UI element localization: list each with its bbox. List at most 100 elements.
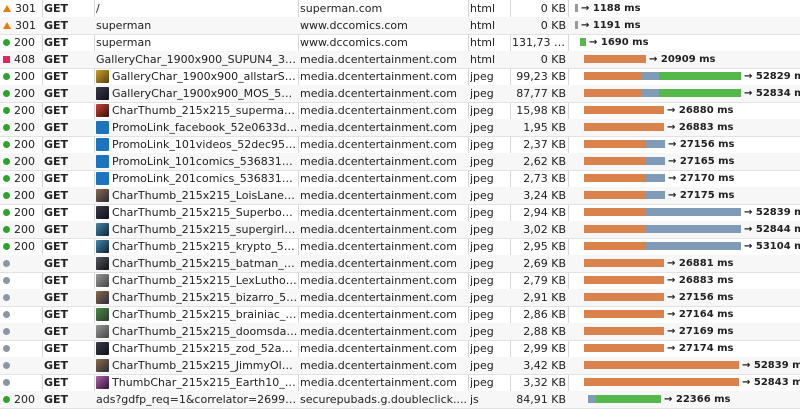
table-row[interactable]: 301 GET / superman.com html 0 KB → 1188 ms [0,0,800,18]
image-thumbnail-icon [96,137,109,151]
method-cell: GET [44,257,69,270]
waterfall-cell: → 26880 ms [570,102,800,119]
file-name: CharThumb_215x215_superman_... [112,104,298,117]
timing-label: → 20909 ms [649,54,716,65]
timing-label: → 53104 ms [744,241,800,252]
method-cell: GET [44,274,69,287]
timing-label: → 1188 ms [581,3,641,14]
domain-cell: media.dcentertainment.com [300,172,457,185]
file-cell: CharThumb_215x215_batman_52... [96,255,298,272]
file-name: GalleryChar_1900x900_allstarSup... [112,70,298,83]
timing-bar [645,140,665,148]
timing-label: → 27170 ms [668,173,735,184]
timing-bar [584,89,642,97]
table-row[interactable]: 200 GET PromoLink_201comics_536831d0... med… [0,170,800,188]
size-cell: 131,73 KB [512,36,566,49]
table-row[interactable]: GET CharThumb_215x215_bizarro_52a... media… [0,289,800,307]
file-cell: GalleryChar_1900x900_allstarSup... [96,68,298,85]
status-cell [0,357,42,374]
table-row[interactable]: 200 GET PromoLink_101videos_52dec95b... med… [0,136,800,154]
status-pending-icon [3,276,10,284]
file-cell: CharThumb_215x215_LexLuthor_... [96,272,298,289]
table-row[interactable]: GET CharThumb_215x215_batman_52... media.d… [0,255,800,273]
timing-bar [580,38,586,46]
timing-bar [575,4,578,12]
status-cell [0,289,42,306]
table-row[interactable]: GET CharThumb_215x215_JimmyOlse... media.d… [0,357,800,375]
waterfall-cell: → 52839 ms [570,204,800,221]
status-ok-icon [3,395,10,403]
timing-label: → 52844 ms [744,224,800,235]
method-cell: GET [44,223,69,236]
status-code: 200 [14,121,35,134]
status-ok-icon [3,242,10,250]
status-ok-icon [3,140,10,148]
file-name: GalleryChar_1900x900_MOS_52e0... [112,87,298,100]
waterfall-cell: → 27165 ms [570,153,800,170]
status-pending-icon [3,327,10,335]
domain-cell: media.dcentertainment.com [300,87,457,100]
status-cell: 408 [0,51,42,68]
status-ok-icon [3,157,10,165]
timing-bar [596,395,661,403]
table-row[interactable]: 301 GET superman www.dccomics.com html 0 KB → … [0,17,800,35]
table-row[interactable]: GET ThumbChar_215x215_Earth10_54... media.… [0,374,800,392]
size-cell: 3,02 KB [523,223,566,236]
timing-label: → 52839 ms [744,207,800,218]
waterfall-cell: → 27174 ms [570,340,800,357]
file-name: CharThumb_215x215_JimmyOlse... [112,359,298,372]
size-cell: 2,95 KB [523,240,566,253]
table-row[interactable]: 200 GET PromoLink_facebook_52e0633da... med… [0,119,800,137]
method-cell: GET [44,325,69,338]
table-row[interactable]: GET CharThumb_215x215_LexLuthor_... media.… [0,272,800,290]
table-row[interactable]: 200 GET PromoLink_101comics_536831b7... med… [0,153,800,171]
table-row[interactable]: 200 GET CharThumb_215x215_krypto_52a... med… [0,238,800,256]
waterfall-cell: → 27156 ms [570,136,800,153]
table-row[interactable]: 200 GET GalleryChar_1900x900_allstarSup...… [0,68,800,86]
status-pending-icon [3,378,10,386]
table-row[interactable]: GET CharThumb_215x215_doomsday_... media.d… [0,323,800,341]
file-cell: CharThumb_215x215_krypto_52a... [96,238,298,255]
file-name: superman [96,19,152,32]
file-cell: CharThumb_215x215_brainiac_52... [96,306,298,323]
status-cell: 200 [0,119,42,136]
table-row[interactable]: 200 GET GalleryChar_1900x900_MOS_52e0... me… [0,85,800,103]
image-thumbnail-icon [96,69,109,83]
status-code: 200 [14,104,35,117]
table-row[interactable]: 408 GET GalleryChar_1900x900_SUPUN4_3_52..… [0,51,800,69]
file-name: GalleryChar_1900x900_SUPUN4_3_52... [96,53,298,66]
method-cell: GET [44,104,69,117]
domain-cell: media.dcentertainment.com [300,291,457,304]
timing-bar [584,327,664,335]
file-cell: CharThumb_215x215_JimmyOlse... [96,357,298,374]
file-name: ads?gdfp_req=1&correlator=2699547... [96,393,298,406]
timing-label: → 27175 ms [668,190,735,201]
domain-cell: media.dcentertainment.com [300,104,457,117]
table-row[interactable]: 200 GET superman www.dccomics.com html 131,73… [0,34,800,52]
table-row[interactable]: 200 GET CharThumb_215x215_Superboy_5... med… [0,204,800,222]
status-code: 200 [14,36,35,49]
table-row[interactable]: 200 GET CharThumb_215x215_LoisLane_5... med… [0,187,800,205]
domain-cell: media.dcentertainment.com [300,53,457,66]
timing-bar [645,242,741,250]
waterfall-cell: → 52829 ms [570,68,800,85]
waterfall-cell: → 27156 ms [570,289,800,306]
size-cell: 2,94 KB [523,206,566,219]
file-name: CharThumb_215x215_LoisLane_5... [112,189,298,202]
table-row[interactable]: 200 GET ads?gdfp_req=1&correlator=2699547.… [0,391,800,409]
size-cell: 2,73 KB [523,172,566,185]
file-cell: PromoLink_201comics_536831d0... [96,170,298,187]
status-pending-icon [3,259,10,267]
status-cell: 200 [0,102,42,119]
timing-bar [645,157,665,165]
domain-cell: media.dcentertainment.com [300,342,457,355]
size-cell: 3,42 KB [523,359,566,372]
timing-label: → 27169 ms [667,326,734,337]
table-row[interactable]: 200 GET CharThumb_215x215_superman_... medi… [0,102,800,120]
status-code: 200 [14,87,35,100]
table-row[interactable]: 200 GET CharThumb_215x215_supergirl_5... me… [0,221,800,239]
table-row[interactable]: GET CharThumb_215x215_zod_52aba0... media.… [0,340,800,358]
table-row[interactable]: GET CharThumb_215x215_brainiac_52... media… [0,306,800,324]
image-thumbnail-icon [96,154,109,168]
method-cell: GET [44,121,69,134]
